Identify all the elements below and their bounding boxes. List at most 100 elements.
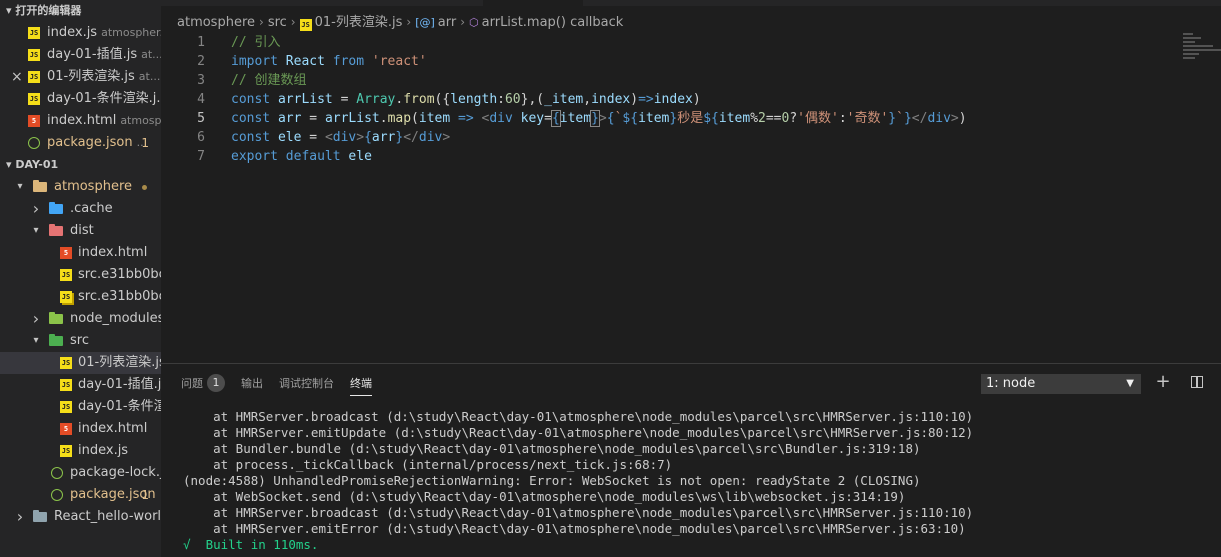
panel-tab[interactable]: 问题 1 (181, 374, 225, 396)
terminal-line: √ Built in 110ms. (183, 537, 319, 552)
code-token: key (512, 111, 545, 126)
code-token: arrList (324, 111, 380, 126)
code-token: , (583, 92, 592, 107)
breadcrumb-separator-icon: › (290, 15, 296, 29)
breadcrumb-item[interactable]: 01-列表渲染.js (315, 15, 403, 30)
open-editor-item[interactable]: × JS 01-列表渲染.js at... (0, 66, 161, 88)
open-editor-item[interactable]: package.json... 1 (0, 132, 161, 154)
new-terminal-button[interactable]: + (1153, 372, 1173, 392)
terminal-select[interactable]: 1: node ▼ (981, 374, 1141, 394)
breadcrumb: atmosphere › src › JS 01-列表渲染.js › [@] arr › ⬡ arrL… (161, 11, 623, 33)
breadcrumb-item[interactable]: arr (438, 15, 456, 30)
code-token: item (559, 111, 592, 126)
open-editor-item[interactable]: 5 index.htmlatmosph... (0, 110, 161, 132)
tree-file[interactable]: JS index.js (0, 440, 161, 462)
code-token: div (489, 111, 513, 126)
problems-count-badge: 1 (207, 374, 225, 392)
breadcrumb-item[interactable]: arrList.map() callback (482, 15, 624, 30)
tree-file[interactable]: JS day-01-插值.js (0, 374, 161, 396)
tree-folder[interactable]: ▾ src (0, 330, 161, 352)
folder-icon (49, 224, 63, 236)
open-editor-label: 01-列表渲染.js at... (47, 66, 160, 88)
tree-file[interactable]: 5 index.html (0, 242, 161, 264)
chevron-right-icon: › (32, 309, 40, 328)
code-token: const (231, 92, 278, 107)
code-token: ele (348, 149, 372, 164)
code-token: Array (356, 92, 396, 107)
tree-file[interactable]: JS src.e31bb0bc.js.... (0, 286, 161, 308)
code-token: : (838, 111, 847, 126)
close-icon[interactable]: × (11, 66, 23, 88)
tree-file[interactable]: JS day-01-条件渲... (0, 396, 161, 418)
tree-folder[interactable]: › .cache (0, 198, 161, 220)
code-token: item (418, 111, 451, 126)
panel-tab-label: 终端 (350, 377, 372, 390)
open-editor-item[interactable]: JS index.jsatmospher... (0, 22, 161, 44)
folder-icon (49, 334, 63, 346)
code-token: { (364, 130, 372, 145)
open-editor-item[interactable]: JS day-01-插值.js at... (0, 44, 161, 66)
code-token: } (888, 111, 897, 126)
tree-file[interactable]: package-lock.json (0, 462, 161, 484)
code-token: import (231, 54, 286, 69)
line-number: 1 (197, 35, 205, 50)
code-text: // 创建数组 (231, 71, 306, 90)
code-token: div (927, 111, 951, 126)
open-editors-header[interactable]: ▾ 打开的编辑器 (0, 0, 161, 22)
minimap[interactable] (1183, 33, 1221, 63)
terminal-line: at HMRServer.emitError (d:\study\React\d… (183, 521, 966, 536)
tree-item-label: React_hello-world (54, 509, 161, 524)
breadcrumb-item[interactable]: src (268, 15, 287, 30)
minimap-line (1183, 49, 1221, 51)
code-token: 2 (758, 111, 766, 126)
js-file-icon: JS (60, 401, 72, 413)
code-token: ) (692, 92, 701, 107)
code-token: > (442, 130, 451, 145)
code-token: => (450, 111, 482, 126)
tree-item-label: dist (70, 223, 94, 238)
open-editor-label: package.json... (47, 132, 147, 154)
code-text: // 引入 (231, 33, 280, 52)
panel-tab[interactable]: 调试控制台 (279, 374, 334, 396)
json-file-icon (28, 137, 40, 149)
file-name: 01-列表渲染.js (47, 69, 135, 84)
code-token: const (231, 111, 278, 126)
active-tab[interactable] (483, 0, 583, 6)
terminal-line: at HMRServer.broadcast (d:\study\React\d… (183, 505, 974, 520)
breadcrumb-item[interactable]: atmosphere (177, 15, 255, 30)
tree-folder[interactable]: ▾ dist (0, 220, 161, 242)
minimap-line (1183, 57, 1195, 59)
tree-file[interactable]: 5 index.html (0, 418, 161, 440)
minimap-line (1183, 41, 1195, 43)
modified-dot-icon (142, 185, 147, 190)
tree-file[interactable]: package.json 1 (0, 484, 161, 506)
explorer-sidebar: ▾ 打开的编辑器 JSindex.jsatmospher...JSday-01-… (0, 0, 161, 557)
terminal-output[interactable]: at HMRServer.broadcast (d:\study\React\d… (183, 409, 973, 553)
minimap-line (1183, 45, 1213, 47)
workspace-header[interactable]: ▾ DAY-01 (0, 154, 161, 176)
terminal-line: at Bundler.bundle (d:\study\React\day-01… (183, 441, 921, 456)
chevron-right-icon: › (16, 507, 24, 526)
open-editor-label: day-01-插值.js at... (47, 44, 161, 66)
line-number: 6 (197, 130, 205, 145)
code-token: % (750, 111, 759, 126)
open-editor-item[interactable]: JS day-01-条件渲染.j... (0, 88, 161, 110)
tree-folder[interactable]: › node_modules (0, 308, 161, 330)
code-token: { (606, 111, 615, 126)
code-token: '偶数' (797, 111, 839, 126)
tree-folder[interactable]: › React_hello-world (0, 506, 161, 528)
html-file-icon: 5 (60, 423, 72, 435)
panel-tab[interactable]: 输出 (241, 374, 263, 396)
open-editors-list: JS index.jsatmospher... JS day-01-插值.jsat..… (0, 22, 161, 154)
panel-tab[interactable]: 终端 (350, 374, 372, 396)
code-editor[interactable]: 1 // 引入 2 import React from 'react' 3 // 创建数组… (161, 33, 1221, 363)
code-token: arr (277, 111, 302, 126)
chevron-down-icon: ▾ (33, 335, 39, 346)
js-file-icon: JS (60, 269, 72, 281)
tree-file[interactable]: JS src.e31bb0bc.js (0, 264, 161, 286)
js-map-file-icon: JS (60, 291, 72, 303)
split-terminal-button[interactable] (1187, 372, 1207, 392)
tree-folder[interactable]: ▾ atmosphere (0, 176, 161, 198)
line-number: 5 (197, 111, 205, 126)
tree-file[interactable]: JS 01-列表渲染.js (0, 352, 161, 374)
